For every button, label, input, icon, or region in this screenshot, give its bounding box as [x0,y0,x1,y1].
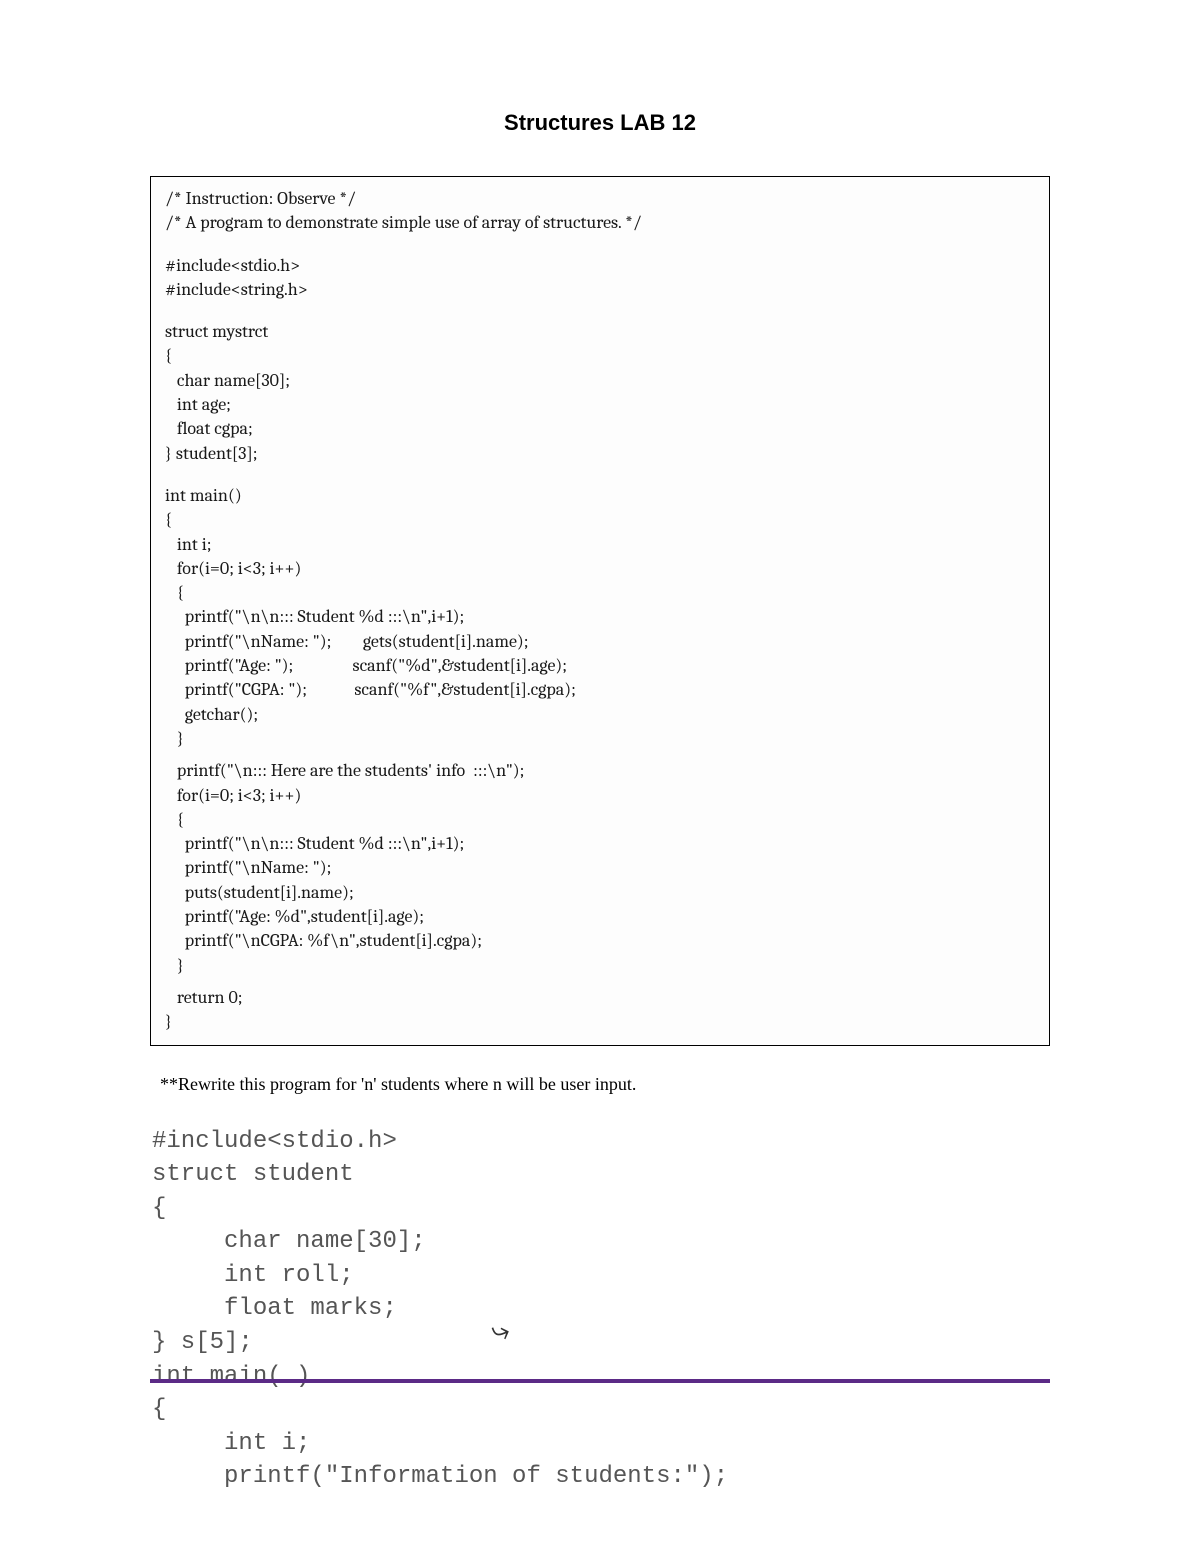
code-line: int i; [165,533,1035,557]
code-line: printf("\nCGPA: %f\n",student[i].cgpa); [165,929,1035,953]
code-line: printf("Information of students:"); [152,1460,1050,1494]
code-line: #include<string.h> [165,278,1035,302]
code-line: for(i=0; i<3; i++) [165,557,1035,581]
code-line: printf("\n\n::: Student %d :::\n",i+1); [165,832,1035,856]
code-line: #include<stdio.h> [165,254,1035,278]
code-line: #include<stdio.h> [152,1125,1050,1159]
code-line: char name[30]; [152,1225,1050,1259]
code-line: { [152,1192,1050,1226]
code-line: { [165,808,1035,832]
code-line: int age; [165,393,1035,417]
code-line: struct student [152,1158,1050,1192]
code-block-2: #include<stdio.h> struct student { char … [152,1125,1050,1495]
code-line: int main( ) [152,1360,1050,1394]
code-line: int main() [165,484,1035,508]
code-line: } [165,727,1035,751]
blank-line [165,302,1035,320]
code-line: getchar(); [165,703,1035,727]
code-line: /* Instruction: Observe */ [165,187,1035,211]
rewrite-instruction: **Rewrite this program for 'n' students … [160,1074,1050,1095]
code-line: { [165,581,1035,605]
blank-line [165,978,1035,986]
blank-line [165,466,1035,484]
code-line: char name[30]; [165,369,1035,393]
code-line: for(i=0; i<3; i++) [165,784,1035,808]
code-line: } s[5]; [152,1326,1050,1360]
code-line: puts(student[i].name); [165,881,1035,905]
code-line: printf("CGPA: "); scanf("%f",&student[i]… [165,678,1035,702]
code-line: printf("Age: %d",student[i].age); [165,905,1035,929]
code-line: printf("\nName: "); gets(student[i].name… [165,630,1035,654]
code-line: printf("\n\n::: Student %d :::\n",i+1); [165,605,1035,629]
code-line: { [165,508,1035,532]
code-line: } [165,954,1035,978]
code-line: } student[3]; [165,442,1035,466]
code-line: float cgpa; [165,417,1035,441]
blank-line [165,236,1035,254]
code-block-1: /* Instruction: Observe */ /* A program … [150,176,1050,1046]
code-line: printf("Age: "); scanf("%d",&student[i].… [165,654,1035,678]
code-line: { [165,344,1035,368]
code-line: { [152,1393,1050,1427]
page-title: Structures LAB 12 [150,110,1050,136]
code-line: return 0; [165,986,1035,1010]
code-line: printf("\nName: "); [165,856,1035,880]
code-line: int roll; [152,1259,1050,1293]
code-line: } [165,1010,1035,1034]
code-line: /* A program to demonstrate simple use o… [165,211,1035,235]
code-line: float marks; [152,1292,1050,1326]
blank-line [165,751,1035,759]
horizontal-rule [150,1379,1050,1383]
code-line: int i; [152,1427,1050,1461]
code-line: struct mystrct [165,320,1035,344]
code-line: printf("\n::: Here are the students' inf… [165,759,1035,783]
